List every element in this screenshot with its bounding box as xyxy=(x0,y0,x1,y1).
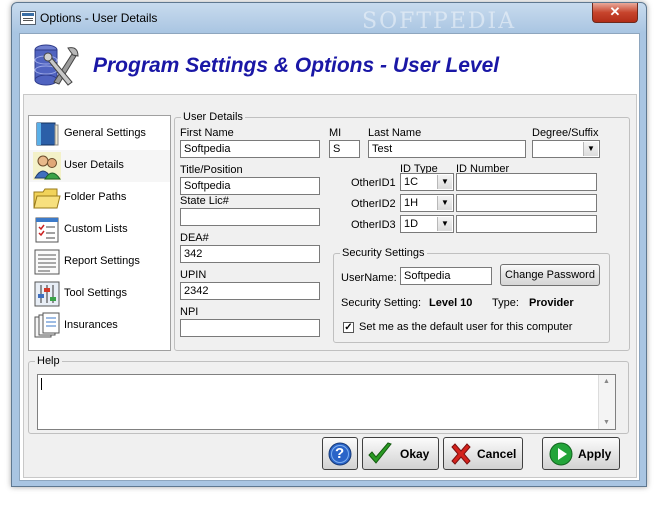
apply-button[interactable]: Apply xyxy=(542,437,620,470)
upin-label: UPIN xyxy=(180,269,207,281)
title-position-label: Title/Position xyxy=(180,164,243,176)
dea-label: DEA# xyxy=(180,232,209,244)
group-title: User Details xyxy=(181,111,245,123)
first-name-field[interactable]: Softpedia xyxy=(180,140,320,158)
window-client-area: Program Settings & Options - User Level … xyxy=(19,33,640,481)
last-name-field[interactable]: Test xyxy=(368,140,526,158)
cancel-button-label: Cancel xyxy=(477,447,517,461)
security-setting-value: Level 10 xyxy=(429,297,473,309)
npi-field[interactable] xyxy=(180,319,320,337)
app-window-icon xyxy=(20,11,36,25)
type-value: Provider xyxy=(529,297,574,309)
settings-panel: General Settings User Details Folder Pat… xyxy=(23,94,637,478)
checklist-icon xyxy=(35,217,59,243)
options-window: Options - User Details SOFTPEDIA ✕ Progr… xyxy=(11,2,647,487)
default-user-checkbox[interactable]: ✓ xyxy=(343,322,354,333)
play-arrow-icon xyxy=(549,442,573,466)
other-id1-number-field[interactable] xyxy=(456,173,597,191)
other-id3-type-dropdown[interactable]: 1D ▼ xyxy=(400,215,454,233)
users-icon xyxy=(33,152,61,180)
text-cursor xyxy=(41,378,42,390)
other-id1-type-value: 1C xyxy=(404,176,419,188)
sidebar-item-label: General Settings xyxy=(64,127,146,139)
sidebar-item-tool-settings[interactable]: Tool Settings xyxy=(29,278,170,310)
help-button[interactable]: ? xyxy=(322,437,358,470)
settings-sidebar: General Settings User Details Folder Pat… xyxy=(28,115,171,351)
sidebar-item-insurances[interactable]: Insurances xyxy=(29,310,170,342)
sidebar-item-custom-lists[interactable]: Custom Lists xyxy=(29,214,170,246)
okay-button[interactable]: Okay xyxy=(362,437,439,470)
security-setting-label: Security Setting: xyxy=(341,297,422,309)
sidebar-item-label: Custom Lists xyxy=(64,223,128,235)
help-scrollbar[interactable]: ▲ ▼ xyxy=(598,375,615,429)
title-bar[interactable]: Options - User Details SOFTPEDIA ✕ xyxy=(12,3,646,34)
help-textarea[interactable]: ▲ ▼ xyxy=(37,374,616,430)
documents-icon xyxy=(34,312,60,338)
green-check-icon xyxy=(368,442,392,464)
watermark-text: SOFTPEDIA xyxy=(362,9,517,34)
other-id2-type-dropdown[interactable]: 1H ▼ xyxy=(400,194,454,212)
sidebar-item-label: Report Settings xyxy=(64,255,140,267)
cancel-button[interactable]: Cancel xyxy=(443,437,523,470)
red-x-icon xyxy=(451,443,471,465)
apply-button-label: Apply xyxy=(578,447,612,461)
other-id3-type-value: 1D xyxy=(404,218,419,230)
username-field[interactable]: Softpedia xyxy=(400,267,492,285)
title-position-field[interactable]: Softpedia xyxy=(180,177,320,195)
other-id2-number-field[interactable] xyxy=(456,194,597,212)
change-password-button[interactable]: Change Password xyxy=(500,264,600,286)
group-title: Help xyxy=(35,355,62,367)
page-title: Program Settings & Options - User Level xyxy=(93,54,500,77)
security-settings-group: Security Settings UserName: Softpedia Ch… xyxy=(333,247,610,343)
report-icon xyxy=(34,249,60,275)
chevron-down-icon[interactable]: ▼ xyxy=(437,217,452,231)
sidebar-item-general-settings[interactable]: General Settings xyxy=(29,118,170,150)
sidebar-item-report-settings[interactable]: Report Settings xyxy=(29,246,170,278)
close-button[interactable]: ✕ xyxy=(592,3,638,23)
sidebar-item-label: Tool Settings xyxy=(64,287,127,299)
scroll-up-icon[interactable]: ▲ xyxy=(603,378,610,385)
help-group: Help ▲ ▼ xyxy=(28,355,629,434)
user-details-group: User Details First Name Softpedia MI S L… xyxy=(174,111,630,351)
chevron-down-icon[interactable]: ▼ xyxy=(583,142,598,156)
folder-icon xyxy=(33,188,61,209)
degree-suffix-dropdown[interactable]: ▼ xyxy=(532,140,600,158)
last-name-label: Last Name xyxy=(368,127,422,139)
chevron-down-icon[interactable]: ▼ xyxy=(437,175,452,189)
other-id3-number-field[interactable] xyxy=(456,215,597,233)
default-user-label: Set me as the default user for this comp… xyxy=(359,321,573,333)
sidebar-item-label: Folder Paths xyxy=(64,191,127,203)
help-button-symbol: ? xyxy=(335,445,345,462)
npi-label: NPI xyxy=(180,306,199,318)
degree-suffix-label: Degree/Suffix xyxy=(532,127,599,139)
other-id3-label: OtherID3 xyxy=(351,219,396,231)
dea-field[interactable]: 342 xyxy=(180,245,320,263)
chevron-down-icon[interactable]: ▼ xyxy=(437,196,452,210)
other-id1-type-dropdown[interactable]: 1C ▼ xyxy=(400,173,454,191)
okay-button-label: Okay xyxy=(400,447,430,461)
sidebar-item-user-details[interactable]: User Details xyxy=(29,150,170,182)
book-icon xyxy=(36,122,59,146)
mi-field[interactable]: S xyxy=(329,140,360,158)
other-id1-label: OtherID1 xyxy=(351,177,396,189)
type-label: Type: xyxy=(492,297,519,309)
mi-label: MI xyxy=(329,127,342,139)
upin-field[interactable]: 2342 xyxy=(180,282,320,300)
state-lic-label: State Lic# xyxy=(180,195,229,207)
other-id2-type-value: 1H xyxy=(404,197,419,209)
first-name-label: First Name xyxy=(180,127,234,139)
other-id2-label: OtherID2 xyxy=(351,198,396,210)
state-lic-field[interactable] xyxy=(180,208,320,226)
sliders-icon xyxy=(34,281,60,307)
sidebar-item-label: Insurances xyxy=(64,319,118,331)
scroll-down-icon[interactable]: ▼ xyxy=(603,419,610,426)
username-label: UserName: xyxy=(341,272,397,284)
database-tools-icon xyxy=(34,44,79,86)
window-title: Options - User Details xyxy=(40,11,158,25)
sidebar-item-folder-paths[interactable]: Folder Paths xyxy=(29,182,170,214)
sidebar-item-label: User Details xyxy=(64,159,124,171)
group-title: Security Settings xyxy=(340,247,427,259)
